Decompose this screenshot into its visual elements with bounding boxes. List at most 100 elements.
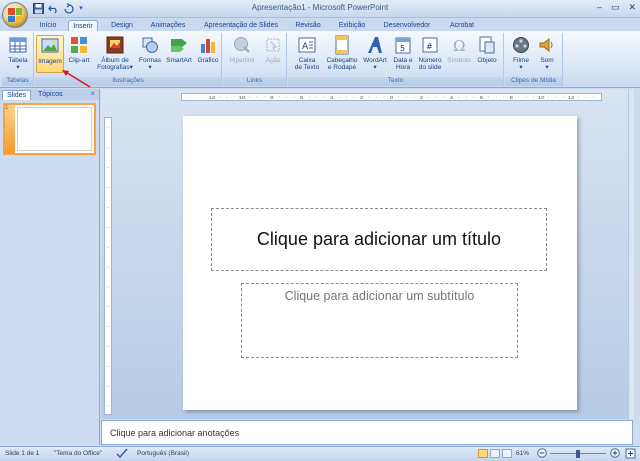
status-bar: Slide 1 de 1 "Tema do Office" Português … <box>0 446 640 461</box>
ruler-tick-label: 10 <box>538 95 545 100</box>
vertical-ruler <box>104 117 112 415</box>
hyperlink-icon <box>234 37 250 53</box>
slide-thumbnail[interactable] <box>3 103 96 155</box>
view-buttons <box>478 449 512 458</box>
status-theme[interactable]: "Tema do Office" <box>54 450 102 457</box>
slide-sorter-icon[interactable] <box>490 449 500 458</box>
zoom-level[interactable]: 61% <box>516 450 529 457</box>
album-fotografias-button[interactable]: Álbum de Fotografias▾ <box>95 35 135 71</box>
group-links: Hiperlink Ação Links <box>223 33 287 86</box>
horizontal-ruler: 12 10 8 6 4 2 0 2 4 6 8 10 12 <box>181 93 602 101</box>
picture-icon <box>41 38 59 53</box>
slide-thumbnail-number: 1 <box>5 105 9 111</box>
ruler-tick-label: 8 <box>270 95 273 100</box>
title-placeholder[interactable]: Clique para adicionar um título <box>211 208 547 271</box>
close-button[interactable]: ✕ <box>628 2 636 13</box>
tab-topicos[interactable]: Tópicos <box>34 90 67 100</box>
ruler-tick-label: 4 <box>450 95 453 100</box>
normal-view-icon[interactable] <box>478 449 488 458</box>
fit-to-window-icon[interactable] <box>625 448 636 461</box>
svg-text:#: # <box>426 42 433 51</box>
chart-icon <box>201 39 215 53</box>
ribbon-tabs: Início Inserir Design Animações Apresent… <box>0 18 640 32</box>
wordart-button[interactable]: WordArt ▾ <box>360 35 390 71</box>
clipart-icon <box>71 37 87 53</box>
window-controls: – ▭ ✕ <box>597 2 636 13</box>
group-texto: A Caixa de Texto Cabeçalho e Rodapé Word… <box>288 33 504 86</box>
wordart-icon <box>368 37 382 53</box>
calendar-icon: 5 <box>395 37 411 54</box>
svg-text:A: A <box>302 42 309 52</box>
minimize-button[interactable]: – <box>597 2 602 13</box>
slide-number-icon: # <box>422 37 438 53</box>
speaker-icon <box>539 37 553 53</box>
group-clipes-midia: Filme ▾ Som ▾ Clipes de Mídia <box>505 33 563 86</box>
group-label-texto: Texto <box>288 77 503 86</box>
ruler-tick-label: 6 <box>480 95 483 100</box>
slide-workspace: 12 10 8 6 4 2 0 2 4 6 8 10 12 Clique para adicionar … <box>101 89 634 419</box>
ruler-tick-label: 10 <box>239 95 246 100</box>
tabela-button[interactable]: Tabela ▾ <box>5 35 31 71</box>
object-icon <box>479 36 495 54</box>
ruler-tick-label: 2 <box>420 95 423 100</box>
hiperlink-button[interactable]: Hiperlink <box>226 35 258 64</box>
smartart-icon <box>171 39 187 52</box>
table-icon <box>9 37 27 53</box>
shapes-icon <box>142 37 158 53</box>
panel-close-icon[interactable]: × <box>90 89 95 98</box>
simbolo-button[interactable]: Ω Símbolo <box>445 35 473 64</box>
tab-slides[interactable]: Slides <box>2 90 32 100</box>
ruler-tick-label: 4 <box>330 95 333 100</box>
ribbon: Tabela ▾ Tabelas Imagem Clip-art Álbum d… <box>0 31 640 88</box>
group-label-clipes: Clipes de Mídia <box>505 77 562 86</box>
smartart-button[interactable]: SmartArt <box>164 35 194 64</box>
ruler-tick-label: 8 <box>510 95 513 100</box>
ruler-tick-label: 12 <box>209 95 216 100</box>
ruler-tick-label: 6 <box>300 95 303 100</box>
ruler-tick-label: 12 <box>568 95 575 100</box>
office-button[interactable] <box>2 2 28 28</box>
text-box-icon: A <box>298 37 316 53</box>
header-footer-icon <box>335 35 349 55</box>
notes-pane[interactable]: Clique para adicionar anotações <box>101 420 633 445</box>
acao-button[interactable]: Ação <box>261 35 285 64</box>
svg-text:Ω: Ω <box>453 37 465 55</box>
vertical-scrollbar[interactable] <box>628 89 634 419</box>
notes-placeholder: Clique para adicionar anotações <box>110 428 240 438</box>
subtitle-placeholder[interactable]: Clique para adicionar um subtítulo <box>241 283 518 358</box>
cabecalho-rodape-button[interactable]: Cabeçalho e Rodapé <box>325 35 359 71</box>
data-hora-button[interactable]: 5 Data e Hora <box>391 35 415 71</box>
slide-canvas[interactable]: Clique para adicionar um título Clique p… <box>183 116 577 410</box>
group-label-links: Links <box>223 77 286 86</box>
status-slide-count: Slide 1 de 1 <box>5 450 40 457</box>
office-logo-icon <box>8 8 22 22</box>
photo-album-icon <box>106 36 124 54</box>
objeto-button[interactable]: Objeto <box>474 35 500 64</box>
window-title: Apresentação1 - Microsoft PowerPoint <box>251 3 389 12</box>
formas-button[interactable]: Formas ▾ <box>137 35 163 71</box>
action-icon <box>266 38 280 52</box>
zoom-in-icon[interactable] <box>610 448 620 460</box>
group-label-tabelas: Tabelas <box>2 77 33 86</box>
panel-tabs: Slides Tópicos × <box>0 89 99 100</box>
status-language[interactable]: Português (Brasil) <box>137 450 189 457</box>
ruler-tick-label: 0 <box>390 95 393 100</box>
numero-slide-button[interactable]: # Número do slide <box>416 35 444 71</box>
maximize-button[interactable]: ▭ <box>611 2 620 13</box>
filme-button[interactable]: Filme ▾ <box>508 35 534 71</box>
zoom-slider-thumb[interactable] <box>576 450 580 458</box>
title-bar: ▾ Apresentação1 - Microsoft PowerPoint –… <box>0 0 640 18</box>
spellcheck-icon[interactable] <box>116 448 128 461</box>
ruler-tick-label: 2 <box>360 95 363 100</box>
caixa-de-texto-button[interactable]: A Caixa de Texto <box>291 35 323 71</box>
clipart-button[interactable]: Clip-art <box>66 35 92 64</box>
pointer-arrow-icon <box>62 70 91 88</box>
film-reel-icon <box>513 37 529 53</box>
group-tabelas: Tabela ▾ Tabelas <box>2 33 34 86</box>
svg-text:5: 5 <box>400 44 405 53</box>
zoom-out-icon[interactable] <box>537 448 547 460</box>
som-button[interactable]: Som ▾ <box>535 35 559 71</box>
grafico-button[interactable]: Gráfico <box>195 35 221 64</box>
slides-panel: Slides Tópicos × 1 <box>0 89 100 445</box>
slideshow-view-icon[interactable] <box>502 449 512 458</box>
